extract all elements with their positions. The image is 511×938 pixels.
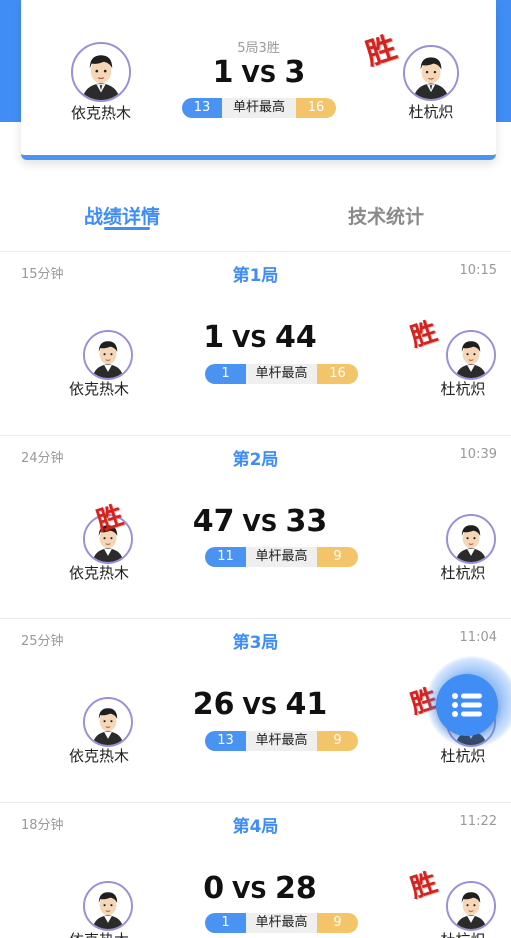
game-card[interactable]: 18分钟 第4局 11:22 依克热木 0VS28 1 单杆最高 9 杜杭炽 胜 <box>0 803 511 938</box>
highest-break-label: 单杆最高 <box>246 364 317 384</box>
right-player-name: 杜杭炽 <box>440 564 486 582</box>
match-score: 1 VS 3 <box>181 55 337 90</box>
avatar-icon <box>85 699 131 745</box>
winner-stamp: 胜 <box>406 316 441 354</box>
left-player-avatar <box>83 881 133 931</box>
avatar-icon <box>85 332 131 378</box>
right-highest-break: 9 <box>317 731 358 751</box>
avatar-icon <box>405 47 457 99</box>
vs-label: VS <box>242 692 278 720</box>
right-player-avatar <box>446 330 496 380</box>
winner-stamp: 胜 <box>406 867 441 905</box>
right-player-avatar <box>446 881 496 931</box>
game-score: 0 VS 28 <box>180 871 340 906</box>
right-score: 41 <box>285 687 328 722</box>
left-highest-break: 1 <box>205 364 246 384</box>
avatar-icon <box>448 516 494 562</box>
game-time: 10:39 <box>459 447 497 462</box>
left-highest-break: 13 <box>182 98 222 118</box>
vs-label: VS <box>232 325 268 353</box>
left-player-avatar[interactable] <box>71 42 131 102</box>
game-card[interactable]: 24分钟 第2局 10:39 依克热木 胜 47 VS 33 11 单杆最高 9 杜… <box>0 436 511 619</box>
right-total-score: 3 <box>284 55 306 90</box>
game-title: 第4局 <box>232 817 279 837</box>
left-highest-break: 1 <box>205 913 246 933</box>
highest-break-bar: 1 单杆最高 16 <box>205 364 358 384</box>
right-highest-break: 9 <box>317 547 358 567</box>
match-summary-card: 5局3胜 依克热木 1 VS 3 13 单杆最高 16 杜杭炽 胜 <box>21 0 496 160</box>
list-menu-icon <box>452 693 482 717</box>
avatar-icon <box>448 883 494 929</box>
avatar-icon <box>85 883 131 929</box>
right-player-name: 杜杭炽 <box>440 380 486 398</box>
avatar-icon <box>448 332 494 378</box>
game-card[interactable]: 15分钟 第1局 10:15 依克热木 1 VS 44 1 单杆最高 16 杜杭炽 … <box>0 252 511 435</box>
right-score: 28 <box>275 871 317 906</box>
left-player-name: 依克热木 <box>68 380 129 398</box>
right-highest-break: 9 <box>317 913 358 933</box>
right-highest-break: 16 <box>317 364 358 384</box>
highest-break-bar: 13 单杆最高 9 <box>205 731 358 751</box>
left-player-avatar <box>83 330 133 380</box>
game-time: 11:04 <box>459 630 497 645</box>
left-player-name: 依克热木 <box>68 747 129 765</box>
left-highest-break: 13 <box>205 731 246 751</box>
right-score: 33 <box>285 504 328 539</box>
avatar-icon <box>73 44 129 100</box>
right-player-name: 杜杭炽 <box>440 747 486 765</box>
active-tab-indicator <box>104 227 150 230</box>
game-title: 第2局 <box>232 450 279 470</box>
vs-label: VS <box>241 60 277 88</box>
vs-label: VS <box>242 509 278 537</box>
left-score: 47 <box>192 504 235 539</box>
game-title: 第1局 <box>232 266 279 286</box>
right-player-name: 杜杭炽 <box>408 103 454 121</box>
left-score: 26 <box>192 687 235 722</box>
left-highest-break: 11 <box>205 547 246 567</box>
game-score: 1 VS 44 <box>180 320 340 355</box>
tab-records[interactable]: 战绩详情 <box>84 202 160 229</box>
vs-label: VS <box>232 876 268 904</box>
game-score: 26 VS 41 <box>180 687 340 722</box>
highest-break-bar: 13 单杆最高 16 <box>182 98 336 118</box>
winner-stamp: 胜 <box>361 30 401 73</box>
menu-fab-button[interactable] <box>436 674 498 736</box>
highest-break-bar: 1 单杆最高 9 <box>205 913 358 933</box>
game-title: 第3局 <box>232 633 279 653</box>
tab-stats[interactable]: 技术统计 <box>348 202 424 229</box>
game-time: 10:15 <box>459 263 497 278</box>
left-player-name: 依克热木 <box>70 104 131 122</box>
left-score: 0 <box>203 871 225 906</box>
game-score: 47 VS 33 <box>180 504 340 539</box>
right-player-avatar <box>446 514 496 564</box>
right-player-name: 杜杭炽 <box>423 929 503 938</box>
left-score: 1 <box>203 320 225 355</box>
highest-break-label: 单杆最高 <box>222 98 296 118</box>
highest-break-label: 单杆最高 <box>246 913 317 933</box>
right-highest-break: 16 <box>296 98 336 118</box>
highest-break-bar: 11 单杆最高 9 <box>205 547 358 567</box>
left-total-score: 1 <box>212 55 234 90</box>
left-player-name: 依克热木 <box>68 564 129 582</box>
left-player-name: 依克热木 <box>59 929 139 938</box>
highest-break-label: 单杆最高 <box>246 547 317 567</box>
game-time: 11:22 <box>459 814 497 829</box>
left-player-avatar <box>83 697 133 747</box>
right-player-avatar[interactable] <box>403 45 459 101</box>
highest-break-label: 单杆最高 <box>246 731 317 751</box>
right-score: 44 <box>275 320 317 355</box>
